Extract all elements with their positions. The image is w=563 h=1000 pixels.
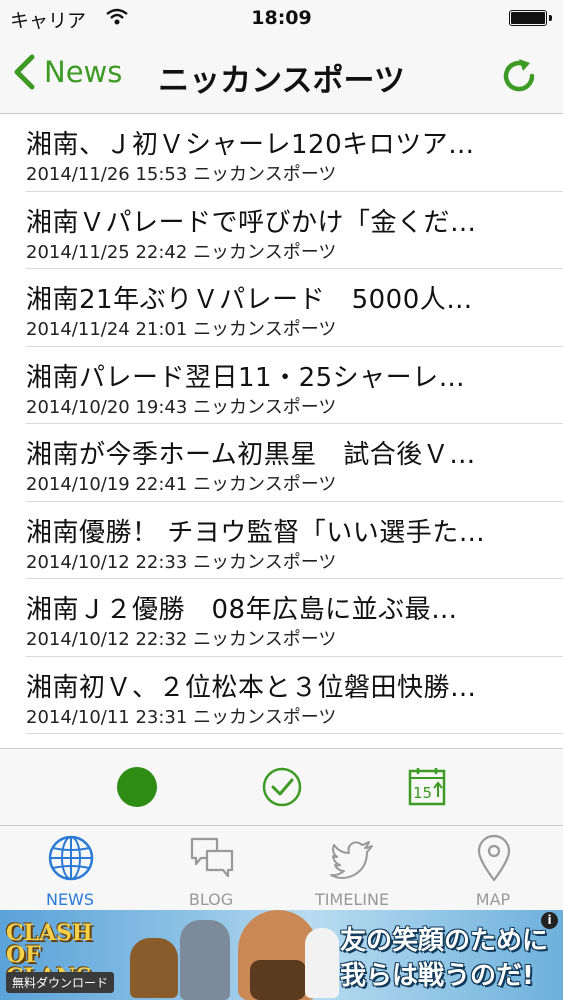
ad-copy-line1: 友の笑顔のために <box>340 926 549 956</box>
news-row[interactable]: 湘南、Ｊ初Ｖシャーレ120キロツア… 2014/11/26 15:53 ニッカン… <box>26 114 563 192</box>
tab-bar: NEWS BLOG TIMELINE MAP <box>0 825 563 910</box>
battery-tip <box>549 15 552 21</box>
battery-icon <box>509 10 547 26</box>
news-title: 湘南初Ｖ、２位松本と３位磐田快勝… <box>26 672 477 703</box>
news-row[interactable]: 湘南優勝！ チヨウ監督「いい選手た… 2014/10/12 22:33 ニッカン… <box>26 502 563 579</box>
tab-timeline[interactable]: TIMELINE <box>282 826 422 911</box>
globe-icon <box>48 835 94 881</box>
status-time: 18:09 <box>251 7 312 29</box>
status-bar: キャリア 18:09 <box>0 0 563 36</box>
map-pin-icon <box>477 834 511 882</box>
news-title: 湘南Ｖパレードで呼びかけ「金くだ… <box>26 207 477 238</box>
news-title: 湘南が今季ホーム初黒星 試合後Ｖ… <box>26 440 476 470</box>
tab-label: MAP <box>475 890 511 909</box>
tab-news[interactable]: NEWS <box>0 826 140 911</box>
ad-character-knight <box>180 920 230 1000</box>
ad-character-rabbit <box>305 928 339 998</box>
tab-label: NEWS <box>45 890 95 909</box>
news-title: 湘南21年ぶりＶパレード 5000人… <box>26 285 473 315</box>
ad-character-barbarian <box>130 938 178 998</box>
navigation-bar: News ニッカンスポーツ <box>0 36 563 114</box>
calendar-sort-icon[interactable]: 15 <box>407 767 447 807</box>
news-row[interactable]: 湘南Ｊ２優勝 08年広島に並ぶ最… 2014/10/12 22:32 ニッカンス… <box>26 579 563 657</box>
news-row[interactable]: 湘南が今季ホーム初黒星 試合後Ｖ… 2014/10/19 22:41 ニッカンス… <box>26 424 563 502</box>
ad-copy-line2: 我らは戦うのだ! <box>340 961 534 991</box>
speech-bubbles-icon <box>190 837 234 878</box>
refresh-icon[interactable] <box>499 56 539 96</box>
news-meta: 2014/10/12 22:33 ニッカンスポーツ <box>26 551 337 573</box>
news-meta: 2014/11/26 15:53 ニッカンスポーツ <box>26 164 337 185</box>
ad-logo: CLASH OF CLANS <box>6 920 93 988</box>
tab-blog[interactable]: BLOG <box>141 826 281 911</box>
tab-label: BLOG <box>188 890 234 909</box>
news-title: 湘南、Ｊ初Ｖシャーレ120キロツア… <box>26 130 475 160</box>
ad-download-label: 無料ダウンロード <box>6 972 115 993</box>
news-row[interactable]: 湘南21年ぶりＶパレード 5000人… 2014/11/24 21:01 ニッカ… <box>26 269 563 347</box>
page-title: ニッカンスポーツ <box>158 63 405 99</box>
tab-map[interactable]: MAP <box>423 826 563 911</box>
ad-info-icon[interactable]: i <box>541 912 558 929</box>
news-row[interactable]: 湘南Ｖパレードで呼びかけ「金くだ… 2014/11/25 22:42 ニッカンス… <box>26 192 563 269</box>
toolbar: 15 <box>0 748 563 825</box>
tab-label: TIMELINE <box>314 890 390 909</box>
all-filter-dot-icon[interactable] <box>117 767 157 807</box>
news-title: 湘南パレード翌日11・25シャーレ… <box>26 362 466 393</box>
news-meta: 2014/10/19 22:41 ニッカンスポーツ <box>26 474 337 495</box>
news-meta: 2014/11/25 22:42 ニッカンスポーツ <box>26 241 337 263</box>
checkmark-circle-icon[interactable] <box>262 767 302 807</box>
ad-banner[interactable]: CLASH OF CLANS 無料ダウンロード 友の笑顔のために 我らは戦うのだ… <box>0 910 563 1000</box>
news-meta: 2014/10/20 19:43 ニッカンスポーツ <box>26 396 337 418</box>
news-meta: 2014/10/11 23:31 ニッカンスポーツ <box>26 706 337 728</box>
calendar-number: 15 <box>413 784 432 802</box>
news-list[interactable]: 湘南、Ｊ初Ｖシャーレ120キロツア… 2014/11/26 15:53 ニッカン… <box>0 114 563 748</box>
twitter-bird-icon <box>330 841 373 879</box>
news-row[interactable]: 湘南パレード翌日11・25シャーレ… 2014/10/20 19:43 ニッカン… <box>26 347 563 424</box>
news-row[interactable]: 湘南初Ｖ、２位松本と３位磐田快勝… 2014/10/11 23:31 ニッカンス… <box>26 657 563 734</box>
news-meta: 2014/10/12 22:32 ニッカンスポーツ <box>26 629 337 650</box>
ad-copy: 友の笑顔のために 我らは戦うのだ! <box>340 924 548 994</box>
news-title: 湘南優勝！ チヨウ監督「いい選手た… <box>26 517 486 548</box>
news-meta: 2014/11/24 21:01 ニッカンスポーツ <box>26 319 337 340</box>
news-title: 湘南Ｊ２優勝 08年広島に並ぶ最… <box>26 595 458 625</box>
